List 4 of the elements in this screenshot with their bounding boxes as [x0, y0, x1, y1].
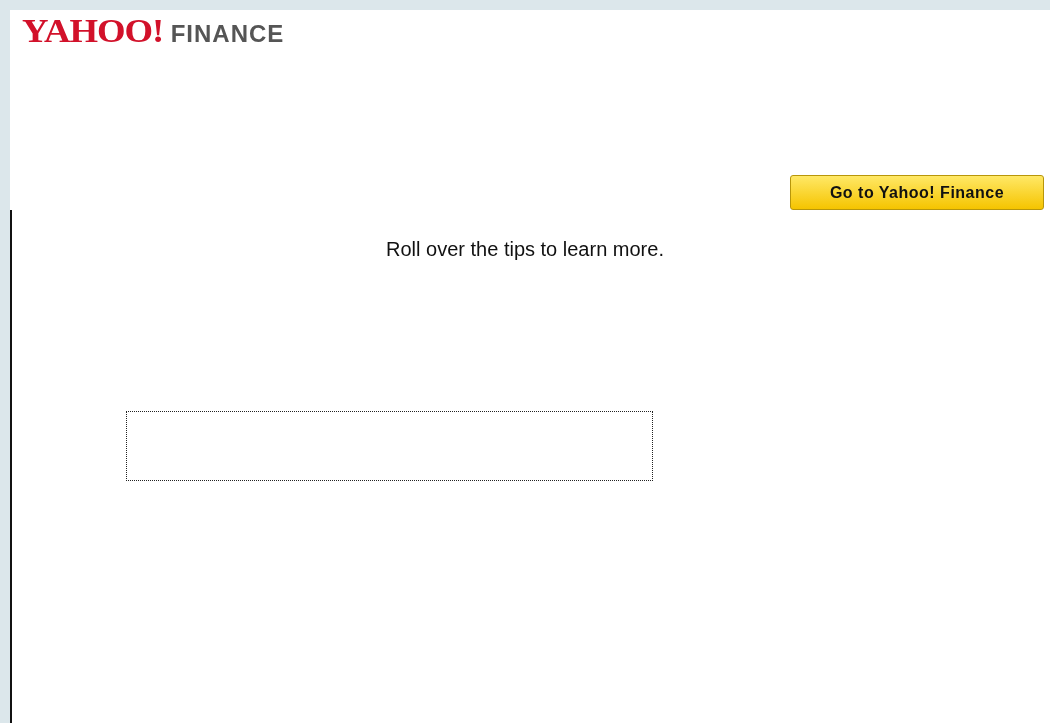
logo-section-title: FINANCE [170, 22, 285, 46]
go-to-finance-button[interactable]: Go to Yahoo! Finance [790, 175, 1044, 210]
logo-wordmark: YAHOO! [22, 14, 164, 48]
instruction-text: Roll over the tips to learn more. [385, 238, 665, 261]
